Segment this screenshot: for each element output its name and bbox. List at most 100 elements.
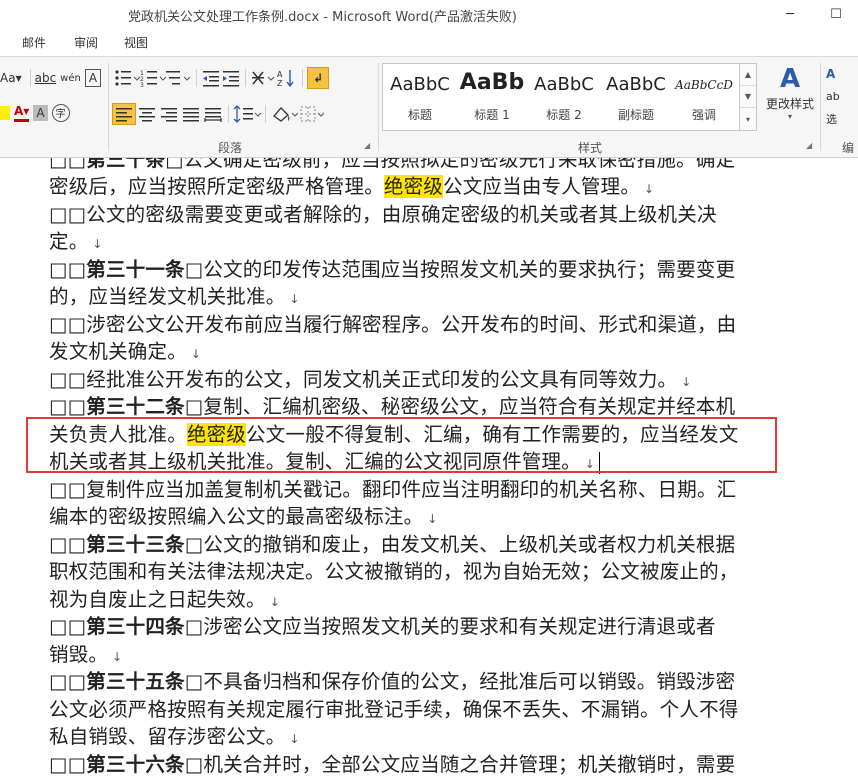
text-line: 定。 ↓ <box>49 228 771 256</box>
minimize-button[interactable]: ─ <box>770 2 810 26</box>
align-center-icon[interactable] <box>136 104 158 124</box>
text-line: 销毁。 ↓ <box>49 641 771 669</box>
text-run: □□复制件应当加盖复制机关戳记。翻印件应当注明翻印的机关名称、日期。汇 <box>49 477 737 501</box>
paragraph-mark-icon: ↓ <box>289 292 300 306</box>
text-line: 发文机关确定。 ↓ <box>49 338 771 366</box>
text-line: 的，应当经发文机关批准。 ↓ <box>49 283 771 311</box>
paragraph[interactable]: □□经批准公开发布的公文，同发文机关正式印发的公文具有同等效力。 ↓ <box>49 366 771 394</box>
ribbon-tabs: 邮件 审阅 视图 <box>0 28 858 54</box>
text-line: □□第三十六条□机关合并时，全部公文应当随之合并管理；机关撤销时，需要 <box>49 751 771 779</box>
text-run: 的，应当经发文机关批准。 <box>49 285 286 308</box>
chinese-layout-icon[interactable] <box>250 68 276 88</box>
paragraph[interactable]: □□第三十四条□涉密公文应当按照发文机关的要求和有关规定进行清退或者 销毁。 ↓ <box>49 613 771 668</box>
paragraph[interactable]: □□第三十条□公文确定密级前，应当按照拟定的密级先行采取保密措施。确定 密级后，应… <box>49 158 771 201</box>
justify-icon[interactable] <box>180 104 202 124</box>
phonetic-guide-icon[interactable]: wén <box>60 67 81 89</box>
text-run: □□ <box>49 257 87 281</box>
text-run: □□ <box>49 752 87 776</box>
decrease-indent-icon[interactable] <box>201 68 221 88</box>
text-run: 公文必须严格按照有关规定履行审批登记手续，确保不丢失、不漏销。个人不得 <box>49 697 739 721</box>
text-run: 密级后，应当按照所定密级严格管理。 <box>49 175 384 198</box>
ribbon: Aa▾ abc wén A A▾ A 字 123 AZ ↲ 段落 ◢ AaBbC… <box>0 56 858 172</box>
paragraph-mark-icon: ↓ <box>92 237 103 251</box>
text-line: 公文必须严格按照有关规定履行审批登记手续，确保不丢失、不漏销。个人不得 <box>49 696 771 724</box>
sort-icon[interactable]: AZ <box>276 68 298 88</box>
select-icon[interactable]: 选 <box>826 108 837 130</box>
text-run: □不具备归档和保存价值的公文，经批准后可以销毁。销毁涉密 <box>184 670 736 693</box>
change-styles-icon: A <box>779 64 801 94</box>
text-line: 职权范围和有关法律法规决定。公文被撤销的，视为自始无效；公文被废止的， <box>49 558 771 586</box>
styles-gallery: AaBbC 标题 AaBb 标题 1 AaBbC 标题 2 AaBbC 副标题 … <box>382 63 740 131</box>
character-border-icon[interactable]: A <box>84 69 102 87</box>
paragraph-mark-icon: ↓ <box>427 512 438 526</box>
align-left-icon[interactable] <box>112 103 136 125</box>
paragraph-mark-icon: ↓ <box>112 649 123 664</box>
change-styles-dropdown-icon: ▾ <box>787 112 792 121</box>
numbering-icon[interactable]: 123 <box>140 68 166 88</box>
bullets-icon[interactable] <box>114 68 140 88</box>
style-emphasis[interactable]: AaBbCcD 强调 <box>671 64 737 128</box>
paragraph[interactable]: □□第三十六条□机关合并时，全部公文应当随之合并管理；机关撤销时，需要 <box>49 751 771 779</box>
paragraph[interactable]: □□第三十一条□公文的印发传达范围应当按照发文机关的要求执行；需要变更 的，应当经… <box>49 256 771 311</box>
style-heading-1[interactable]: AaBb 标题 1 <box>457 64 527 128</box>
increase-indent-icon[interactable] <box>221 68 241 88</box>
change-styles-button[interactable]: A 更改样式 ▾ <box>762 63 818 133</box>
svg-text:3: 3 <box>140 82 144 88</box>
text-run: 编本的密级按照编入公文的最高密级标注。 <box>49 505 424 528</box>
font-color-icon[interactable]: A▾ <box>14 103 30 122</box>
style-heading-2[interactable]: AaBbC 标题 2 <box>529 64 599 128</box>
paragraph-mark-icon: ↓ <box>269 594 280 609</box>
style-subtitle[interactable]: AaBbC 副标题 <box>601 64 671 128</box>
text-run: 私自销毁、留存涉密公文。 <box>49 725 286 748</box>
clear-format-icon[interactable]: abc <box>35 67 57 89</box>
paragraph[interactable]: □□第三十五条□不具备归档和保存价值的公文，经批准后可以销毁。销毁涉密 公文必须严… <box>49 668 771 751</box>
multilevel-list-icon[interactable] <box>166 68 192 88</box>
styles-dialog-launcher-icon[interactable]: ◢ <box>806 141 812 150</box>
article-number: 第三十六条 <box>86 752 185 776</box>
character-shading-icon[interactable]: A <box>33 104 48 121</box>
align-right-icon[interactable] <box>158 104 180 124</box>
title-bar: 党政机关公文处理工作条例.docx - Microsoft Word(产品激活失… <box>0 0 858 28</box>
text-line: □□第三十四条□涉密公文应当按照发文机关的要求和有关规定进行清退或者 <box>49 613 771 641</box>
article-number: 第三十条 <box>86 158 166 171</box>
text-line: 编本的密级按照编入公文的最高密级标注。 ↓ <box>49 503 771 531</box>
tab-view[interactable]: 视图 <box>124 34 148 51</box>
highlight-color-icon[interactable] <box>0 105 10 120</box>
tab-mailings[interactable]: 邮件 <box>22 34 46 51</box>
text-run: 发文机关确定。 <box>49 340 187 363</box>
text-line: □□经批准公开发布的公文，同发文机关正式印发的公文具有同等效力。 ↓ <box>49 366 771 394</box>
distributed-icon[interactable] <box>202 104 224 124</box>
find-icon[interactable]: A <box>826 63 835 85</box>
document-area[interactable]: □□第三十条□公文确定密级前，应当按照拟定的密级先行采取保密措施。确定 密级后，应… <box>0 158 858 782</box>
styles-gallery-scroll[interactable]: ▲ ▼ ▾ <box>740 63 757 131</box>
article-number: 第三十五条 <box>86 670 185 693</box>
enclose-characters-icon[interactable]: 字 <box>51 103 70 122</box>
chevron-down-icon[interactable]: ▼ <box>740 86 756 108</box>
paragraph[interactable]: □□涉密公文公开发布前应当履行解密程序。公开发布的时间、形式和渠道，由 发文机关确… <box>49 311 771 366</box>
text-run: □□ <box>49 615 87 638</box>
chevron-up-icon[interactable]: ▲ <box>740 64 756 86</box>
highlighted-text: 绝密级 <box>383 175 444 198</box>
more-styles-icon[interactable]: ▾ <box>740 108 756 130</box>
change-case-icon[interactable]: Aa▾ <box>0 67 22 89</box>
text-line: 视为自废止之日起失效。 ↓ <box>49 586 771 614</box>
text-line: 密级后，应当按照所定密级严格管理。绝密级公文应当由专人管理。 ↓ <box>49 173 771 201</box>
show-formatting-marks-icon[interactable]: ↲ <box>307 67 329 89</box>
tab-review[interactable]: 审阅 <box>74 34 98 51</box>
article-number: 第三十二条 <box>86 395 185 418</box>
line-spacing-icon[interactable] <box>233 104 261 124</box>
replace-icon[interactable]: ab <box>826 86 840 108</box>
paragraph-mark-icon: ↓ <box>190 347 202 361</box>
text-run: 销毁。 <box>49 642 109 666</box>
paragraph[interactable]: □□第三十三条□公文的撤销和废止，由发文机关、上级机关或者权力机关根据 职权范围和… <box>49 531 771 614</box>
paragraph[interactable]: □□复制件应当加盖复制机关戳记。翻印件应当注明翻印的机关名称、日期。汇 编本的密级… <box>49 476 771 531</box>
style-title[interactable]: AaBbC 标题 <box>385 64 455 128</box>
borders-icon[interactable] <box>298 104 326 124</box>
svg-text:A: A <box>277 70 283 79</box>
text-run: 职权范围和有关法律法规决定。公文被撤销的，视为自始无效；公文被废止的， <box>49 560 739 583</box>
shading-icon[interactable] <box>270 104 298 124</box>
paragraph[interactable]: □□公文的密级需要变更或者解除的，由原确定密级的机关或者其上级机关决 定。 ↓ <box>49 201 771 256</box>
paragraph-dialog-launcher-icon[interactable]: ◢ <box>364 141 370 150</box>
text-line: 私自销毁、留存涉密公文。 ↓ <box>49 723 771 751</box>
maximize-button[interactable]: ☐ <box>816 2 856 26</box>
